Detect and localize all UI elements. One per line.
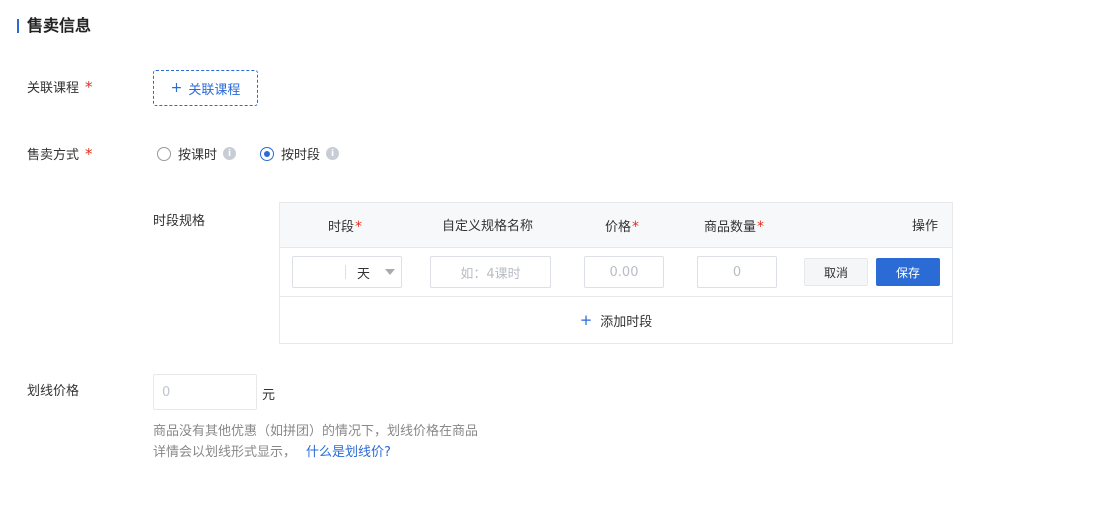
spec-table-header: 时段* 自定义规格名称 价格* 商品数量* 操作 xyxy=(280,203,952,248)
strike-price-help-line2: 详情会以划线形式显示， 什么是划线价? xyxy=(153,444,391,462)
info-icon[interactable]: i xyxy=(223,147,237,160)
divider xyxy=(345,265,346,279)
add-period-button[interactable]: + 添加时段 xyxy=(280,297,952,343)
required-mark: * xyxy=(85,145,93,163)
sale-mode-label-text: 售卖方式 xyxy=(27,148,80,163)
radio-by-period[interactable]: 按时段 i xyxy=(260,144,340,163)
spec-name-input[interactable]: 如：4课时 xyxy=(430,256,551,288)
required-mark: * xyxy=(355,219,363,235)
chevron-down-icon[interactable] xyxy=(385,269,395,275)
price-input[interactable]: 0.00 xyxy=(584,256,664,288)
sale-mode-label: 售卖方式 * xyxy=(27,144,93,166)
header-spec-name: 自定义规格名称 xyxy=(442,219,534,234)
sale-mode-radio-group: 按课时 i 按时段 i xyxy=(157,144,363,163)
cancel-button[interactable]: 取消 xyxy=(804,258,868,286)
info-icon[interactable]: i xyxy=(326,147,340,160)
header-period: 时段* xyxy=(328,216,362,235)
strike-price-label: 划线价格 xyxy=(27,384,80,399)
required-mark: * xyxy=(85,78,93,96)
radio-by-period-label: 按时段 xyxy=(281,148,321,163)
strike-price-input[interactable]: 0 xyxy=(153,374,257,410)
header-quantity-text: 商品数量 xyxy=(704,220,757,235)
add-period-label: 添加时段 xyxy=(600,314,653,330)
radio-by-lesson[interactable]: 按课时 i xyxy=(157,144,237,163)
plus-icon: + xyxy=(170,80,183,96)
radio-circle-checked[interactable] xyxy=(260,146,275,161)
required-mark: * xyxy=(632,219,640,235)
course-label-text: 关联课程 xyxy=(27,81,80,96)
radio-by-lesson-label: 按课时 xyxy=(178,148,218,163)
plus-icon: + xyxy=(579,311,593,329)
required-mark: * xyxy=(757,219,765,235)
period-input-with-unit-select[interactable]: 天 xyxy=(292,256,402,288)
link-course-button[interactable]: + 关联课程 xyxy=(153,70,258,106)
quantity-input[interactable]: 0 xyxy=(697,256,777,288)
header-quantity: 商品数量* xyxy=(704,216,764,235)
table-row: 天 如：4课时 0.00 0 取消 保存 xyxy=(280,248,952,297)
link-course-button-label: 关联课程 xyxy=(188,82,241,98)
radio-circle[interactable] xyxy=(157,146,171,161)
header-period-text: 时段 xyxy=(328,220,355,235)
strike-price-help-line1: 商品没有其他优惠（如拼团）的情况下，划线价格在商品 xyxy=(153,424,479,439)
spec-table: 时段* 自定义规格名称 价格* 商品数量* 操作 天 如：4课时 0.00 0 … xyxy=(279,202,953,344)
what-is-strike-price-link[interactable]: 什么是划线价? xyxy=(306,445,391,460)
strike-price-unit: 元 xyxy=(262,388,276,403)
header-operations: 操作 xyxy=(912,219,939,234)
header-price: 价格* xyxy=(605,216,639,235)
period-unit-select[interactable]: 天 xyxy=(357,263,370,282)
spec-label: 时段规格 xyxy=(153,214,206,229)
header-price-text: 价格 xyxy=(605,220,632,235)
section-title: 售卖信息 xyxy=(27,16,92,35)
course-label: 关联课程 * xyxy=(27,77,93,99)
save-button[interactable]: 保存 xyxy=(876,258,940,286)
section-accent-bar xyxy=(17,19,19,33)
strike-price-help-text: 详情会以划线形式显示， xyxy=(153,445,297,460)
